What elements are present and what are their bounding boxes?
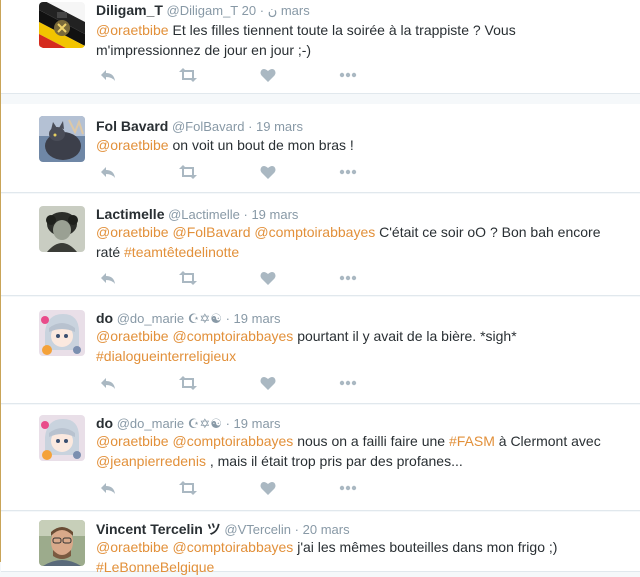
tweet-text-segment: , mais il était trop pris par des profan… [205,453,463,469]
retweet-icon[interactable] [178,478,198,498]
hashtag-link[interactable]: #FASM [449,433,495,449]
tweet-header: Fol Bavard @FolBavard · 19 mars [96,118,303,134]
tweet[interactable]: Lactimelle @Lactimelle · 19 mars @oraetb… [1,194,640,296]
tweet-text: @oraetbibe @FolBavard @comptoirabbayes C… [96,222,616,262]
anime-character-avatar [39,415,85,461]
retweet-icon[interactable] [178,65,198,85]
timestamp[interactable]: 19 mars [251,207,298,222]
more-icon[interactable] [338,65,358,85]
man-portrait-avatar [39,520,85,566]
reply-icon[interactable] [98,478,118,498]
tweet-text: @oraetbibe @comptoirabbayes j'ai les mêm… [96,537,616,577]
hashtag-link[interactable]: #dialogueinterreligieux [96,348,236,364]
display-name[interactable]: do [96,415,113,431]
anime-character-avatar [39,310,85,356]
hashtag-link[interactable]: #teamtêtedelinotte [124,244,239,260]
avatar[interactable] [39,206,85,252]
like-icon[interactable] [258,162,278,182]
tweet-header: do @do_marie ☪✡☯ · 19 mars [96,415,281,432]
tweet-text: @oraetbibe @comptoirabbayes pourtant il … [96,326,616,366]
timestamp[interactable]: 19 mars [234,416,281,431]
separator: · [259,3,265,18]
like-icon[interactable] [258,268,278,288]
tweet-text: @oraetbibe @comptoirabbayes nous on a fa… [96,431,616,471]
tweet[interactable]: do @do_marie ☪✡☯ · 19 mars @oraetbibe @c… [1,405,640,511]
handle[interactable]: @VTercelin [224,522,291,537]
avatar[interactable] [39,116,85,162]
separator: · [225,416,230,431]
avatar[interactable] [39,415,85,461]
mention-link[interactable]: @oraetbibe [96,224,169,240]
separator: · [243,207,248,222]
mention-link[interactable]: @oraetbibe [96,433,169,449]
tweet-text: @oraetbibe Et les filles tiennent toute … [96,20,616,60]
handle[interactable]: @Lactimelle [168,207,240,222]
tweet-header: Lactimelle @Lactimelle · 19 mars [96,206,298,222]
mention-link[interactable]: @comptoirabbayes [172,539,293,555]
retweet-icon[interactable] [178,373,198,393]
handle[interactable]: @do_marie ☪✡☯ [117,311,222,326]
tweet[interactable]: do @do_marie ☪✡☯ · 19 mars @oraetbibe @c… [1,297,640,404]
separator: · [225,311,230,326]
reply-icon[interactable] [98,373,118,393]
timestamp[interactable]: 19 mars [256,119,303,134]
mention-link[interactable]: @comptoirabbayes [172,328,293,344]
tweet-text: @oraetbibe on voit un bout de mon bras ! [96,135,616,155]
reply-icon[interactable] [98,162,118,182]
separator: · [248,119,253,134]
display-name[interactable]: Diligam_T [96,2,163,18]
display-name[interactable]: Vincent Tercelin ツ [96,521,221,537]
tweet-text-segment: on voit un bout de mon bras ! [168,137,354,153]
like-icon[interactable] [258,65,278,85]
retweet-icon[interactable] [178,162,198,182]
more-icon[interactable] [338,373,358,393]
tweet[interactable]: Diligam_T @Diligam_T ن · 20 mars @oraetb… [1,0,640,94]
tweet-text-segment: pourtant il y avait de la bière. *sigh* [293,328,517,344]
mention-link[interactable]: @FolBavard [172,224,250,240]
more-icon[interactable] [338,268,358,288]
display-name[interactable]: Fol Bavard [96,118,168,134]
belgian-flag-coat-of-arms-avatar [39,2,85,48]
tweet[interactable]: Fol Bavard @FolBavard · 19 mars @oraetbi… [1,104,640,193]
avatar[interactable] [39,310,85,356]
avatar[interactable] [39,520,85,566]
handle[interactable]: @do_marie ☪✡☯ [117,416,222,431]
timestamp[interactable]: 20 mars [303,522,350,537]
display-name[interactable]: do [96,310,113,326]
avatar[interactable] [39,2,85,48]
mention-link[interactable]: @oraetbibe [96,539,169,555]
tweet-header: do @do_marie ☪✡☯ · 19 mars [96,310,281,327]
more-icon[interactable] [338,162,358,182]
tweet-text-segment: nous on a failli faire une [293,433,449,449]
tweet-header: Vincent Tercelin ツ @VTercelin · 20 mars [96,519,350,539]
like-icon[interactable] [258,373,278,393]
reply-icon[interactable] [98,268,118,288]
mention-link[interactable]: @oraetbibe [96,22,169,38]
timestamp[interactable]: 19 mars [234,311,281,326]
tweet[interactable]: Vincent Tercelin ツ @VTercelin · 20 mars … [1,512,640,575]
tweet-text-segment: à Clermont avec [494,433,601,449]
like-icon[interactable] [258,478,278,498]
hashtag-link[interactable]: #LeBonneBelgique [96,559,214,575]
mention-link[interactable]: @comptoirabbayes [254,224,375,240]
separator: · [294,522,300,537]
tweet-header: Diligam_T @Diligam_T ن · 20 mars [96,2,310,19]
timeline: Diligam_T @Diligam_T ن · 20 mars @oraetb… [1,0,640,575]
mention-link[interactable]: @comptoirabbayes [172,433,293,449]
mention-link[interactable]: @jeanpierredenis [96,453,206,469]
mention-link[interactable]: @oraetbibe [96,328,169,344]
reply-icon[interactable] [98,65,118,85]
tweet-text-segment: j'ai les mêmes bouteilles dans mon frigo… [293,539,558,555]
vintage-portrait-avatar [39,206,85,252]
display-name[interactable]: Lactimelle [96,206,164,222]
more-icon[interactable] [338,478,358,498]
cat-photo-avatar [39,116,85,162]
mention-link[interactable]: @oraetbibe [96,137,169,153]
handle[interactable]: @FolBavard [172,119,244,134]
retweet-icon[interactable] [178,268,198,288]
